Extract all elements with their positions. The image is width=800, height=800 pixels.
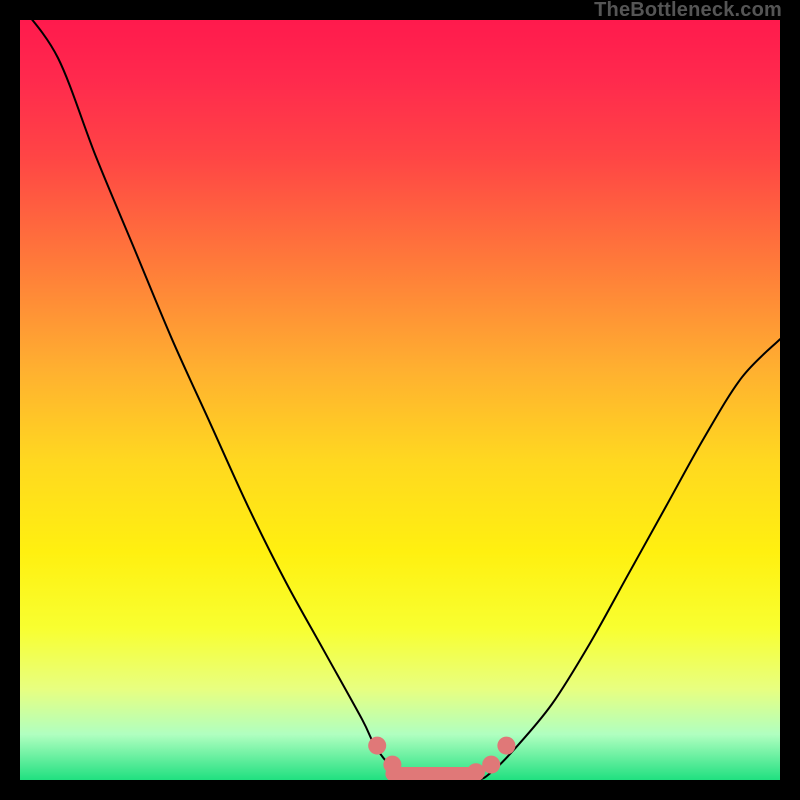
curve-layer [20, 20, 780, 780]
marker-dot [497, 737, 515, 755]
marker-dot [482, 756, 500, 774]
bottleneck-curve [20, 20, 780, 780]
marker-dot [368, 737, 386, 755]
plot-area [20, 20, 780, 780]
chart-frame: TheBottleneck.com [0, 0, 800, 800]
marker-dot [383, 756, 401, 774]
attribution-text: TheBottleneck.com [594, 0, 782, 20]
